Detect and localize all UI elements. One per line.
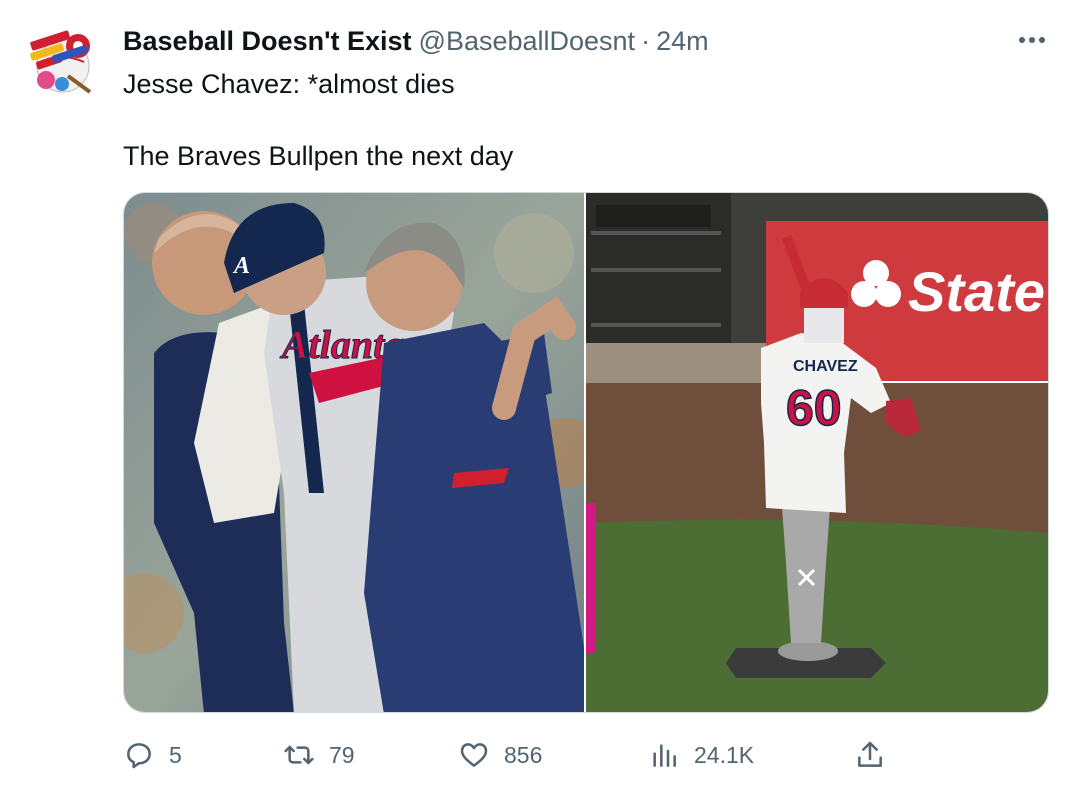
reply-count: 5 [169,741,182,768]
jersey-number-text: 60 [786,380,842,436]
retweet-count: 79 [329,741,355,768]
author-avatar[interactable] [22,22,104,104]
heart-icon [460,743,488,767]
author-display-name[interactable]: Baseball Doesn't Exist [123,26,412,56]
share-icon [858,741,882,767]
bar-chart-icon [653,744,676,767]
retweet-icon [284,745,314,765]
ellipsis-icon [1019,37,1045,43]
tweet-media: Atlanta A State CHAVEZ 60 [123,192,1049,713]
tweet-card: Baseball Doesn't Exist @BaseballDoesnt ·… [0,0,1088,800]
header-separator: · [641,26,651,56]
media-photo-left[interactable]: Atlanta A [124,193,584,712]
tweet-actions-bar: 5 79 856 24.1K [123,735,903,775]
like-button[interactable]: 856 [458,735,542,775]
baseball-doesnt-exist-logo-icon [22,22,104,104]
author-handle[interactable]: @BaseballDoesnt [419,26,636,56]
tweet-text-line-1: Jesse Chavez: *almost dies [123,69,455,99]
svg-text:A: A [232,253,250,279]
tweet-header: Baseball Doesn't Exist @BaseballDoesnt ·… [123,26,709,56]
reply-button[interactable]: 5 [123,735,182,775]
tweet-text-line-2: The Braves Bullpen the next day [123,141,514,171]
like-count: 856 [504,741,543,768]
player-helped-off-field-photo-icon: Atlanta A [124,193,584,712]
state-farm-sign-text: State [908,260,1045,323]
media-photo-right[interactable]: State CHAVEZ 60 [586,193,1048,712]
jersey-name-text: CHAVEZ [793,358,858,375]
reply-icon [127,743,151,769]
retweet-button[interactable]: 79 [283,735,355,775]
jersey-on-pitching-dummy-photo-icon: State CHAVEZ 60 [586,193,1048,712]
tweet-timestamp[interactable]: 24m [656,26,709,56]
views-button[interactable]: 24.1K [648,735,754,775]
share-button[interactable] [854,735,886,775]
views-count: 24.1K [694,741,755,768]
tweet-text: Jesse Chavez: *almost dies The Braves Bu… [123,66,1023,174]
more-options-button[interactable] [1014,22,1050,58]
